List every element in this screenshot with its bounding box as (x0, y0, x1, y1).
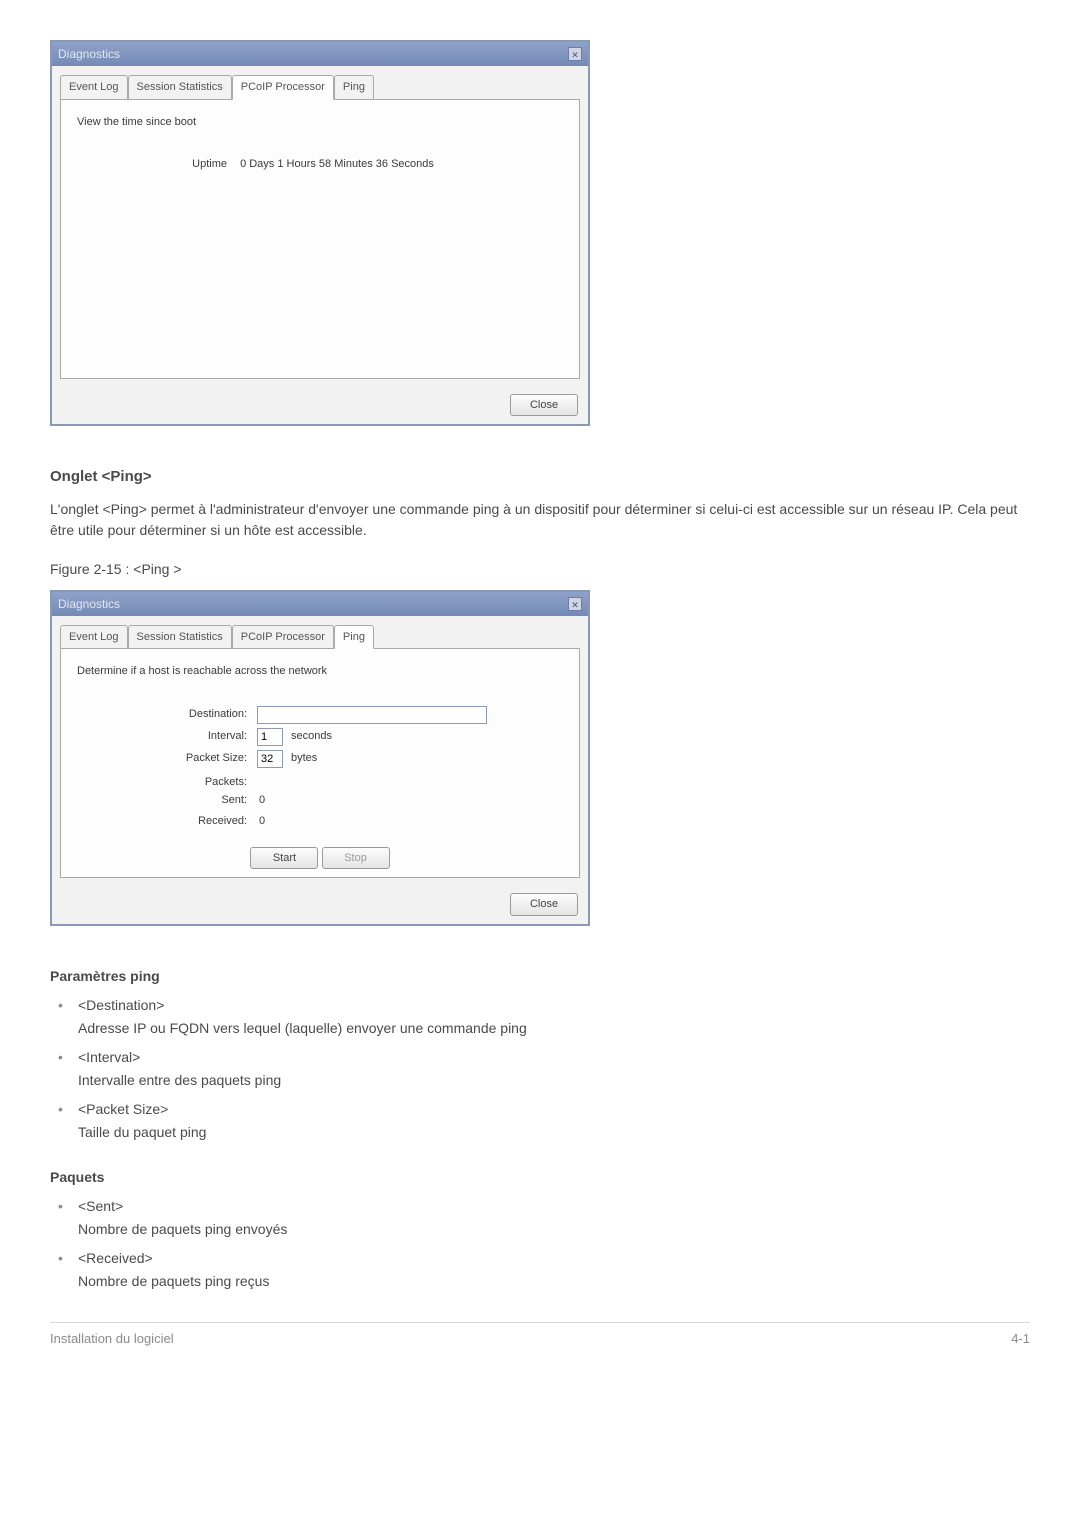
tab-ping[interactable]: Ping (334, 75, 374, 100)
close-button[interactable]: Close (510, 893, 578, 916)
figure-caption: Figure 2-15 : <Ping > (50, 559, 1030, 580)
titlebar[interactable]: Diagnostics ✕ (52, 592, 588, 616)
heading-paquets: Paquets (50, 1167, 1030, 1188)
param-name: <Sent> (78, 1198, 123, 1214)
close-icon[interactable]: ✕ (568, 597, 582, 611)
stop-button[interactable]: Stop (322, 847, 390, 870)
diagnostics-dialog-ping: Diagnostics ✕ Event Log Session Statisti… (50, 590, 590, 926)
panel-description: View the time since boot (77, 114, 563, 131)
tab-pcoip-processor[interactable]: PCoIP Processor (232, 625, 334, 650)
packet-size-input[interactable] (257, 750, 283, 768)
uptime-row: Uptime 0 Days 1 Hours 58 Minutes 36 Seco… (77, 156, 563, 173)
tab-event-log[interactable]: Event Log (60, 625, 128, 650)
heading-parametres-ping: Paramètres ping (50, 966, 1030, 987)
param-desc: Nombre de paquets ping envoyés (78, 1219, 1030, 1240)
uptime-label: Uptime (177, 156, 227, 173)
paragraph-ping-desc: L'onglet <Ping> permet à l'administrateu… (50, 499, 1030, 541)
diagnostics-dialog-pcoip: Diagnostics ✕ Event Log Session Statisti… (50, 40, 590, 426)
row-received: Received: 0 (77, 813, 563, 830)
param-name: <Interval> (78, 1049, 140, 1065)
close-icon[interactable]: ✕ (568, 47, 582, 61)
start-button[interactable]: Start (250, 847, 318, 870)
dialog-footer: Close (52, 886, 588, 924)
interval-unit: seconds (291, 728, 332, 745)
tab-strip: Event Log Session Statistics PCoIP Proce… (52, 616, 588, 649)
param-desc: Adresse IP ou FQDN vers lequel (laquelle… (78, 1018, 1030, 1039)
row-destination: Destination: (77, 706, 563, 724)
list-item: <Sent> Nombre de paquets ping envoyés (54, 1196, 1030, 1240)
footer-right: 4-1 (1011, 1329, 1030, 1349)
list-item: <Received> Nombre de paquets ping reçus (54, 1248, 1030, 1292)
heading-onglet-ping: Onglet <Ping> (50, 466, 1030, 489)
row-interval: Interval: seconds (77, 728, 563, 746)
params-list: <Destination> Adresse IP ou FQDN vers le… (50, 995, 1030, 1143)
tab-panel-pcoip: View the time since boot Uptime 0 Days 1… (60, 99, 580, 379)
tab-event-log[interactable]: Event Log (60, 75, 128, 100)
tab-strip: Event Log Session Statistics PCoIP Proce… (52, 66, 588, 99)
list-item: <Destination> Adresse IP ou FQDN vers le… (54, 995, 1030, 1039)
list-item: <Interval> Intervalle entre des paquets … (54, 1047, 1030, 1091)
destination-label: Destination: (77, 706, 257, 723)
sent-label: Sent: (77, 792, 257, 809)
dialog-footer: Close (52, 387, 588, 425)
packet-size-unit: bytes (291, 750, 317, 767)
titlebar[interactable]: Diagnostics ✕ (52, 42, 588, 66)
interval-label: Interval: (77, 728, 257, 745)
interval-input[interactable] (257, 728, 283, 746)
button-row: Start Stop (61, 847, 579, 870)
tab-session-statistics[interactable]: Session Statistics (128, 625, 232, 650)
window-title: Diagnostics (58, 45, 120, 63)
received-label: Received: (77, 813, 257, 830)
list-item: <Packet Size> Taille du paquet ping (54, 1099, 1030, 1143)
param-desc: Nombre de paquets ping reçus (78, 1271, 1030, 1292)
row-sent: Sent: 0 (77, 792, 563, 809)
tab-ping[interactable]: Ping (334, 625, 374, 650)
packets-subheader: Packets: (77, 774, 257, 791)
row-packet-size: Packet Size: bytes (77, 750, 563, 768)
panel-description: Determine if a host is reachable across … (77, 663, 563, 680)
tab-panel-ping: Determine if a host is reachable across … (60, 648, 580, 878)
param-desc: Intervalle entre des paquets ping (78, 1070, 1030, 1091)
uptime-value: 0 Days 1 Hours 58 Minutes 36 Seconds (240, 158, 434, 170)
window-title: Diagnostics (58, 595, 120, 613)
page-footer: Installation du logiciel 4-1 (50, 1323, 1030, 1349)
param-desc: Taille du paquet ping (78, 1122, 1030, 1143)
packet-size-label: Packet Size: (77, 750, 257, 767)
received-value: 0 (259, 813, 265, 830)
param-name: <Destination> (78, 997, 164, 1013)
destination-input[interactable] (257, 706, 487, 724)
tab-pcoip-processor[interactable]: PCoIP Processor (232, 75, 334, 100)
packets-list: <Sent> Nombre de paquets ping envoyés <R… (50, 1196, 1030, 1292)
param-name: <Packet Size> (78, 1101, 168, 1117)
footer-left: Installation du logiciel (50, 1329, 174, 1349)
close-button[interactable]: Close (510, 394, 578, 417)
sent-value: 0 (259, 792, 265, 809)
param-name: <Received> (78, 1250, 153, 1266)
tab-session-statistics[interactable]: Session Statistics (128, 75, 232, 100)
